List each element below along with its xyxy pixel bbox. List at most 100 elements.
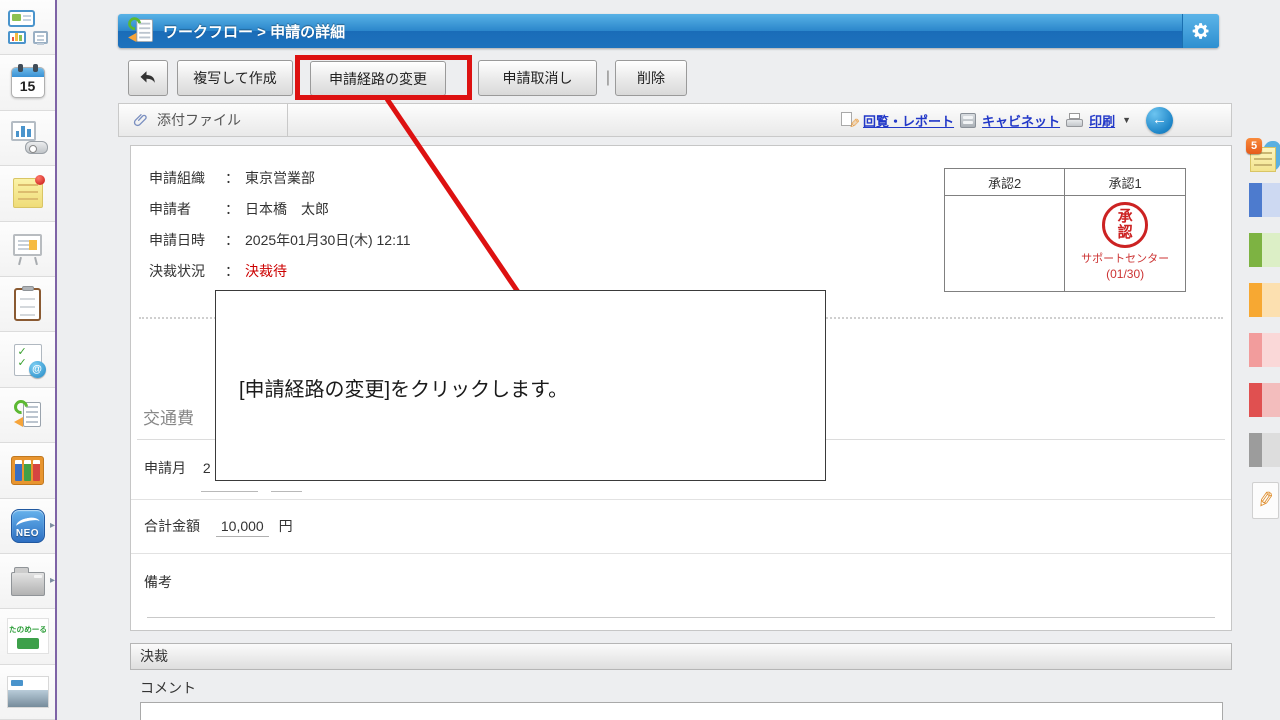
- sidebar-item-schedule[interactable]: 15: [0, 55, 55, 111]
- at-badge-icon: @: [28, 360, 46, 378]
- portal-icon: [7, 10, 48, 46]
- calendar-day: 15: [19, 78, 36, 95]
- decision-section-header: 決裁: [130, 643, 1232, 670]
- delete-button[interactable]: 削除: [615, 60, 687, 96]
- total-row: 合計金額 10,000 円: [144, 516, 293, 537]
- workflow-icon: [125, 14, 154, 45]
- clipboard-icon: [14, 285, 41, 321]
- back-button[interactable]: [128, 60, 168, 96]
- toolbar-divider: |: [605, 69, 611, 86]
- bulletin-board-icon: [11, 232, 45, 266]
- comment-input[interactable]: [140, 702, 1223, 720]
- approval-col-header-2: 承認2: [943, 168, 1066, 196]
- projector-icon: [8, 121, 48, 155]
- separator-line: [131, 553, 1231, 554]
- remarks-label: 備考: [144, 574, 172, 590]
- app-header-bar: ワークフロー > 申請の詳細: [118, 14, 1219, 48]
- report-icon: ✎: [841, 112, 860, 131]
- cancel-application-button[interactable]: 申請取消し: [478, 60, 597, 96]
- sidebar-item-facility[interactable]: [0, 110, 55, 167]
- paperclip-icon: [133, 114, 147, 127]
- detail-row-applicant: 申請者：日本橋 太郎: [149, 201, 329, 217]
- pencil-icon: ✎: [1254, 487, 1277, 514]
- check-marks-icon: ✓✓: [17, 345, 27, 369]
- notification-memo-icon[interactable]: 5: [1246, 138, 1280, 180]
- total-label: 合計金額: [144, 518, 200, 534]
- tanomail-label: たのめーる: [8, 625, 47, 634]
- index-tab-red[interactable]: [1249, 383, 1280, 417]
- workflow-icon: [10, 397, 42, 430]
- left-arrow-icon: ←: [1152, 111, 1167, 128]
- month-value: 2: [202, 460, 211, 476]
- attachment-tab-label: 添付ファイル: [157, 112, 241, 128]
- approval-date: (01/30): [1106, 267, 1145, 281]
- remarks-field-underline: [147, 617, 1215, 618]
- separator-line: [131, 499, 1231, 500]
- sidebar-item-documents[interactable]: [0, 443, 55, 499]
- sub-toolbar: 添付ファイル ✎ 回覧・レポート キャビネット 印刷 ▼ ←: [118, 103, 1232, 137]
- month-label: 申請月: [144, 460, 186, 476]
- memo-note-icon: [12, 175, 45, 209]
- edit-pencil-button[interactable]: ✎: [1252, 482, 1279, 519]
- sidebar-item-banner[interactable]: [0, 664, 55, 720]
- detail-row-datetime: 申請日時： 2025年01月30日(木) 12:11: [149, 232, 411, 248]
- sidebar-item-workflow[interactable]: [0, 387, 55, 444]
- month-row: 申請月 2: [144, 458, 211, 478]
- sidebar-item-folder[interactable]: ▸: [0, 553, 55, 610]
- circulation-report-link[interactable]: 回覧・レポート: [863, 111, 954, 130]
- printer-icon: [1066, 113, 1084, 127]
- collapse-back-button[interactable]: ←: [1146, 107, 1173, 134]
- print-dropdown-caret-icon[interactable]: ▼: [1122, 115, 1131, 125]
- detail-row-status: 決裁状況：決裁待: [149, 263, 287, 279]
- month-field-underline: [271, 491, 302, 492]
- sidebar-item-memo[interactable]: [0, 166, 55, 222]
- approval-stamp-icon: 承認: [1102, 202, 1149, 248]
- neo-logo-icon: NEO: [10, 508, 45, 543]
- attachment-tab[interactable]: 添付ファイル: [119, 104, 288, 136]
- settings-button[interactable]: [1182, 14, 1219, 48]
- back-arrow-icon: [140, 71, 155, 83]
- sidebar-item-survey[interactable]: ✓✓ @: [0, 332, 55, 388]
- index-tab-green[interactable]: [1249, 233, 1280, 267]
- approval-cell-stamped: 承認 サポートセンター (01/30): [1064, 195, 1186, 292]
- instruction-text: [申請経路の変更]をクリックします。: [239, 379, 569, 401]
- month-field-underline: [201, 491, 258, 492]
- ad-banner-icon: [6, 675, 49, 708]
- copy-create-button[interactable]: 複写して作成: [177, 60, 293, 96]
- print-link[interactable]: 印刷: [1089, 111, 1115, 130]
- calendar-icon: 15: [10, 64, 45, 99]
- datetime-value: 2025年01月30日(木) 12:11: [245, 232, 411, 248]
- sidebar-item-circulation[interactable]: [0, 276, 55, 333]
- index-tab-gray[interactable]: [1249, 433, 1280, 467]
- index-tab-pink[interactable]: [1249, 333, 1280, 367]
- approval-stamp-table: 承認2 承認1 承認 サポートセンター (01/30): [943, 168, 1186, 292]
- sidebar-item-bulletin[interactable]: [0, 221, 55, 277]
- total-value: 10,000: [215, 518, 269, 537]
- route-change-button[interactable]: 申請経路の変更: [310, 61, 446, 96]
- org-value: 東京営業部: [245, 170, 315, 186]
- notification-count-badge: 5: [1246, 138, 1262, 154]
- sidebar-item-neo[interactable]: NEO ▸: [0, 498, 55, 554]
- comment-label: コメント: [140, 680, 196, 696]
- breadcrumb: ワークフロー > 申請の詳細: [163, 23, 346, 41]
- detail-row-org: 申請組織：東京営業部: [149, 170, 315, 186]
- quick-links: ✎ 回覧・レポート キャビネット 印刷 ▼: [841, 104, 1131, 136]
- instruction-callout: [申請経路の変更]をクリックします。: [215, 290, 826, 481]
- tanomail-logo-icon: たのめーる: [6, 618, 49, 655]
- form-section-title: 交通費: [143, 409, 194, 428]
- sidebar-item-portal[interactable]: [0, 0, 55, 56]
- status-value: 決裁待: [245, 263, 287, 279]
- expand-arrow-icon[interactable]: ▸: [50, 520, 55, 531]
- total-unit: 円: [278, 518, 293, 534]
- applicant-value: 日本橋 太郎: [245, 201, 329, 217]
- approval-col-header-1: 承認1: [1064, 168, 1186, 196]
- survey-doc-icon: ✓✓ @: [13, 343, 46, 378]
- expand-arrow-icon[interactable]: ▸: [50, 576, 55, 586]
- index-tab-blue[interactable]: [1249, 183, 1280, 217]
- approval-cell-empty: [943, 195, 1066, 292]
- gear-icon: [1192, 23, 1209, 39]
- cabinet-link[interactable]: キャビネット: [982, 111, 1060, 130]
- index-tab-orange[interactable]: [1249, 283, 1280, 317]
- sidebar-item-tanomail[interactable]: たのめーる: [0, 609, 55, 665]
- neo-label: NEO: [15, 527, 40, 539]
